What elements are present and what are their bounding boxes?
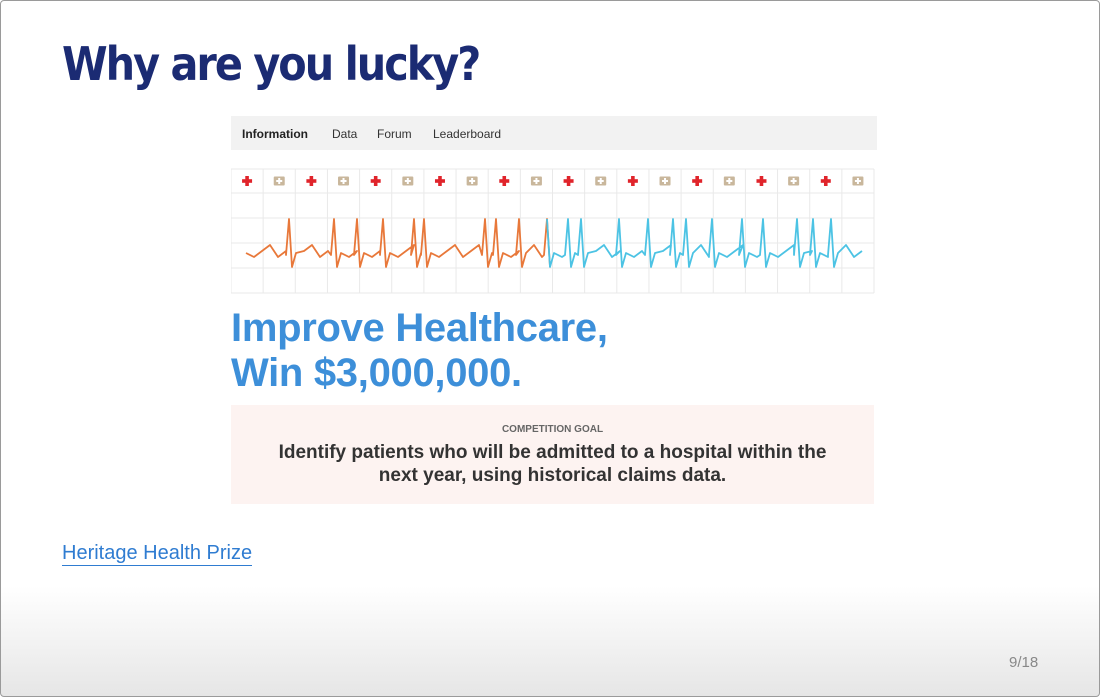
red-cross-icon bbox=[309, 176, 314, 186]
goal-text: Identify patients who will be admitted t… bbox=[241, 441, 864, 487]
slide-title: Why are you lucky? bbox=[62, 37, 481, 91]
first-aid-kit-icon bbox=[471, 178, 474, 184]
page-number: 9/18 bbox=[1009, 654, 1039, 671]
first-aid-kit-icon bbox=[278, 178, 281, 184]
red-cross-icon bbox=[245, 176, 249, 186]
goal-line-1: Identify patients who will be admitted t… bbox=[278, 442, 827, 463]
nav-item-data: Data bbox=[332, 127, 358, 141]
red-cross-icon bbox=[695, 176, 699, 186]
nav-item-information: Information bbox=[242, 127, 308, 141]
goal-line-2: next year, using historical claims data. bbox=[378, 465, 727, 486]
nav-item-leaderboard: Leaderboard bbox=[433, 127, 502, 141]
first-aid-kit-icon bbox=[342, 178, 345, 184]
first-aid-kit-icon bbox=[728, 178, 731, 184]
ekg-banner bbox=[230, 167, 877, 295]
first-aid-kit-icon bbox=[856, 178, 859, 184]
ekg-graphic bbox=[230, 168, 875, 294]
red-cross-icon bbox=[438, 176, 442, 186]
first-aid-kit-icon bbox=[535, 178, 538, 184]
prize-headline: Improve Healthcare, Win $3,000,000. bbox=[231, 306, 877, 396]
competition-screenshot: Information Data Forum Leaderboard Impro… bbox=[230, 116, 877, 504]
first-aid-kit-icon bbox=[599, 178, 602, 184]
screenshot-nav-bar: Information Data Forum Leaderboard bbox=[231, 116, 877, 150]
headline-line-2: Win $3,000,000. bbox=[231, 351, 522, 395]
first-aid-kit-icon bbox=[792, 178, 795, 184]
red-cross-icon bbox=[823, 176, 828, 186]
goal-label: COMPETITION GOAL bbox=[501, 424, 604, 435]
competition-goal-box: COMPETITION GOAL Identify patients who w… bbox=[231, 405, 874, 504]
red-cross-icon bbox=[566, 176, 571, 186]
slide: Why are you lucky? Information Data Foru… bbox=[0, 0, 1100, 697]
red-cross-icon bbox=[631, 176, 635, 186]
headline-line-1: Improve Healthcare, bbox=[231, 306, 608, 350]
red-cross-icon bbox=[759, 176, 764, 186]
nav-item-forum: Forum bbox=[377, 127, 412, 141]
red-cross-icon bbox=[373, 176, 378, 186]
red-cross-icon bbox=[502, 176, 507, 186]
first-aid-kit-icon bbox=[406, 178, 409, 184]
heritage-health-prize-link[interactable]: Heritage Health Prize bbox=[62, 542, 253, 566]
first-aid-kit-icon bbox=[664, 178, 667, 184]
